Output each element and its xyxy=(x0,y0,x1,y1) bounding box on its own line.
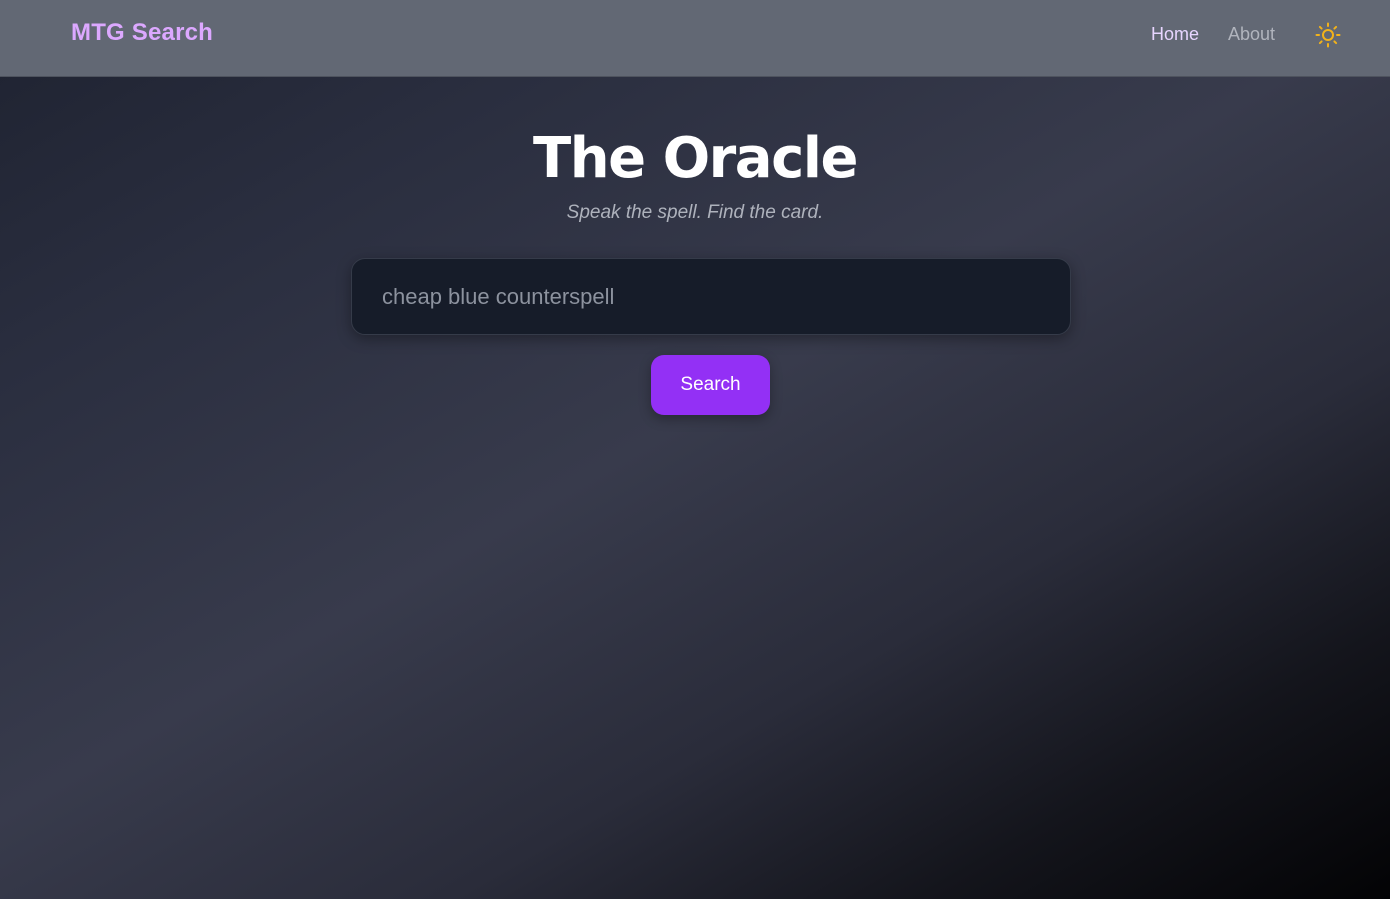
nav-link-about[interactable]: About xyxy=(1228,24,1275,45)
nav-link-home[interactable]: Home xyxy=(1151,24,1199,45)
search-button[interactable]: Search xyxy=(651,355,770,415)
page-title: The Oracle xyxy=(533,126,858,191)
search-box xyxy=(351,258,1071,335)
search-input[interactable] xyxy=(352,259,1070,334)
brand-logo[interactable]: MTG Search xyxy=(71,19,213,47)
page-subtitle: Speak the spell. Find the card. xyxy=(566,202,824,223)
sun-icon xyxy=(1315,22,1341,48)
navbar: MTG Search Home About xyxy=(0,0,1390,77)
theme-toggle-button[interactable] xyxy=(1314,21,1342,49)
